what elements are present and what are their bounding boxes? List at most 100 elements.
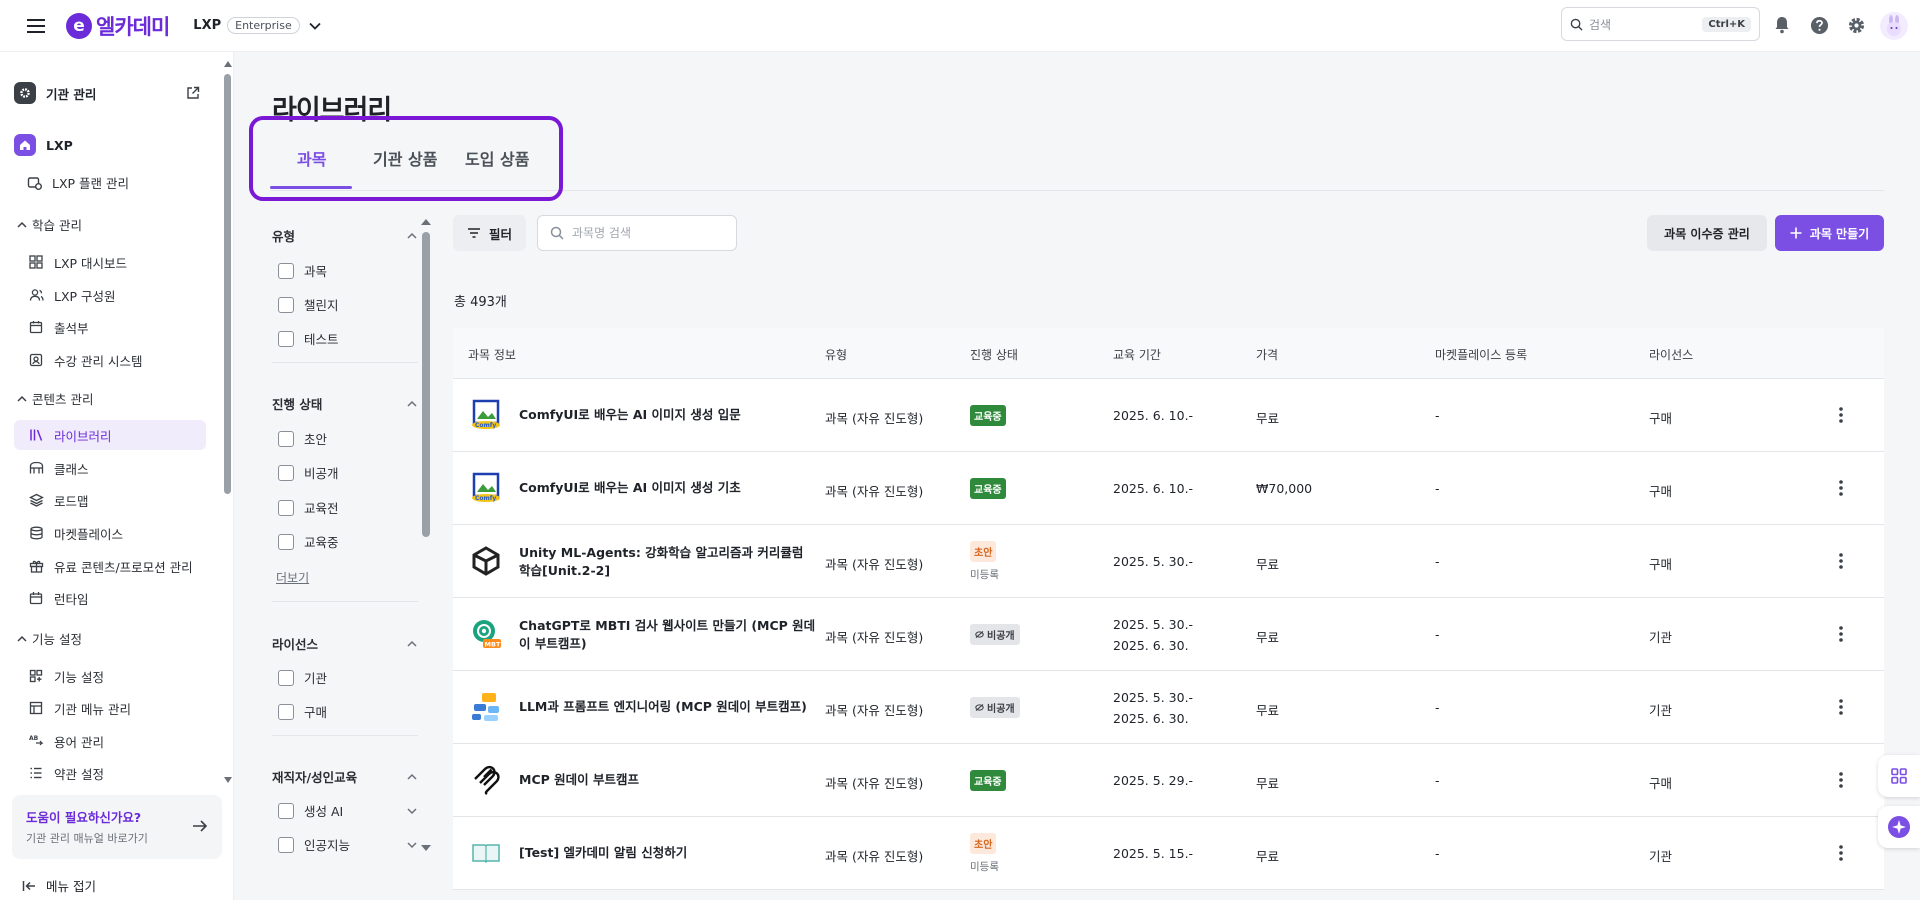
svg-text:Comfy: Comfy xyxy=(475,422,496,429)
filter-option[interactable]: 생성 AI xyxy=(278,801,343,820)
chevron-down-icon[interactable] xyxy=(406,805,418,817)
filter-option[interactable]: 교육전 xyxy=(278,498,339,517)
more-options-icon[interactable] xyxy=(1831,478,1851,498)
checkbox[interactable] xyxy=(278,430,294,447)
more-options-icon[interactable] xyxy=(1831,843,1851,863)
table-row[interactable]: MCP 원데이 부트캠프 과목 (자유 진도형) 교육중 2025. 5. 29… xyxy=(453,744,1884,817)
filter-option[interactable]: 기관 xyxy=(278,668,327,687)
scroll-down-icon xyxy=(421,845,431,851)
global-search-input[interactable]: 검색 Ctrl+K xyxy=(1561,7,1760,41)
sidebar-section-feature[interactable]: 기능 설정 xyxy=(16,629,82,648)
checkbox[interactable] xyxy=(278,330,294,347)
course-search-input[interactable] xyxy=(572,226,712,240)
more-options-icon[interactable] xyxy=(1831,405,1851,425)
course-name[interactable]: ComfyUI로 배우는 AI 이미지 생성 기초 xyxy=(519,479,819,497)
chevron-up-icon[interactable] xyxy=(406,771,418,783)
filter-scrollbar[interactable] xyxy=(421,214,431,854)
course-name[interactable]: ChatGPT로 MBTI 검사 웹사이트 만들기 (MCP 원데이 부트캠프) xyxy=(519,617,819,653)
more-options-icon[interactable] xyxy=(1831,624,1851,644)
show-more-link[interactable]: 더보기 xyxy=(276,569,309,586)
sidebar-item-lxp-plan[interactable]: LXP 플랜 관리 xyxy=(12,167,204,197)
checkbox[interactable] xyxy=(278,836,294,853)
more-options-icon[interactable] xyxy=(1831,551,1851,571)
sidebar-item-feature-settings[interactable]: 기능 설정 xyxy=(14,661,206,691)
chevron-up-icon[interactable] xyxy=(406,638,418,650)
course-name[interactable]: ComfyUI로 배우는 AI 이미지 생성 입문 xyxy=(519,406,819,424)
chevron-up-icon[interactable] xyxy=(406,398,418,410)
course-search-box[interactable] xyxy=(537,215,737,251)
filter-option[interactable]: 구매 xyxy=(278,702,327,721)
sidebar-item-roadmap[interactable]: 로드맵 xyxy=(14,485,206,515)
sidebar-item-enrollment[interactable]: 수강 관리 시스템 xyxy=(14,345,206,375)
filter-option[interactable]: 비공개 xyxy=(278,463,339,482)
menu-icon[interactable] xyxy=(18,8,54,44)
external-link-icon[interactable] xyxy=(186,86,200,100)
more-options-icon[interactable] xyxy=(1831,770,1851,790)
sidebar-item-attendance[interactable]: 출석부 xyxy=(14,312,206,342)
checkbox[interactable] xyxy=(278,703,294,720)
filter-option[interactable]: 인공지능 xyxy=(278,835,350,854)
course-type: 과목 (자유 진도형) xyxy=(825,484,924,499)
sidebar-item-lxp-dashboard[interactable]: LXP 대시보드 xyxy=(14,247,206,277)
sidebar-item-paid-content[interactable]: 유료 콘텐츠/프로모션 관리 xyxy=(14,551,206,581)
filter-option[interactable]: 초안 xyxy=(278,429,327,448)
checkbox[interactable] xyxy=(278,533,294,550)
checkbox[interactable] xyxy=(278,464,294,481)
status-badge-label: 초안 xyxy=(970,833,997,854)
sidebar-org-admin[interactable]: 기관 관리 xyxy=(14,82,96,104)
chevron-down-icon[interactable] xyxy=(406,839,418,851)
filter-option[interactable]: 챌린지 xyxy=(278,295,339,314)
collapse-menu-button[interactable]: 메뉴 접기 xyxy=(22,876,96,895)
sidebar-scroll-thumb[interactable] xyxy=(224,74,231,494)
table-row[interactable]: Comfy ComfyUI로 배우는 AI 이미지 생성 입문 과목 (자유 진… xyxy=(453,379,1884,452)
table-row[interactable]: LLM과 프롬프트 엔지니어링 (MCP 원데이 부트캠프) 과목 (자유 진도… xyxy=(453,671,1884,744)
table-row[interactable]: [Test] 엘카데미 알림 신청하기 과목 (자유 진도형) 초안 미등록 2… xyxy=(453,817,1884,890)
table-row[interactable]: MBTI ChatGPT로 MBTI 검사 웹사이트 만들기 (MCP 원데이 … xyxy=(453,598,1884,671)
sidebar-lxp[interactable]: LXP xyxy=(14,134,73,156)
sidebar-item-org-menu[interactable]: 기관 메뉴 관리 xyxy=(14,693,206,723)
chevron-down-icon[interactable] xyxy=(308,19,322,33)
filter-button[interactable]: 필터 xyxy=(453,215,526,251)
more-options-icon[interactable] xyxy=(1831,697,1851,717)
course-name[interactable]: Unity ML-Agents: 강화학습 알고리즘과 커리큘럼 학습[Unit… xyxy=(519,544,819,580)
chevron-up-icon[interactable] xyxy=(406,230,418,242)
column-header: 유형 xyxy=(825,348,848,362)
sidebar-item-runtime[interactable]: 런타임 xyxy=(14,583,206,613)
checkbox[interactable] xyxy=(278,499,294,516)
apps-grid-button[interactable] xyxy=(1878,755,1920,797)
sidebar-item-library[interactable]: 라이브러리 xyxy=(14,420,206,450)
sidebar-section-content[interactable]: 콘텐츠 관리 xyxy=(16,389,93,408)
avatar[interactable] xyxy=(1880,12,1908,40)
bell-icon[interactable] xyxy=(1771,14,1793,36)
sidebar-scrollbar[interactable] xyxy=(224,60,232,790)
ai-assistant-button[interactable] xyxy=(1878,806,1920,848)
help-icon[interactable] xyxy=(1808,14,1830,36)
sidebar-item-marketplace[interactable]: 마켓플레이스 xyxy=(14,518,206,548)
table-row[interactable]: Comfy ComfyUI로 배우는 AI 이미지 생성 기초 과목 (자유 진… xyxy=(453,452,1884,525)
course-name[interactable]: LLM과 프롬프트 엔지니어링 (MCP 원데이 부트캠프) xyxy=(519,698,819,716)
filter-option[interactable]: 테스트 xyxy=(278,329,339,348)
filter-scroll-thumb[interactable] xyxy=(422,232,430,537)
sidebar-item-policy[interactable]: 약관 설정 xyxy=(14,758,206,788)
filter-option[interactable]: 교육중 xyxy=(278,532,339,551)
checkbox[interactable] xyxy=(278,262,294,279)
svg-text:AB: AB xyxy=(29,735,39,742)
logo[interactable]: e 엘카데미 xyxy=(66,11,170,41)
sidebar-item-terms[interactable]: AB 용어 관리 xyxy=(14,726,206,756)
checkbox[interactable] xyxy=(278,802,294,819)
completion-certificate-button[interactable]: 과목 이수증 관리 xyxy=(1647,215,1767,251)
sidebar-item-lxp-members[interactable]: LXP 구성원 xyxy=(14,280,206,310)
checkbox[interactable] xyxy=(278,296,294,313)
gear-icon[interactable] xyxy=(1845,14,1867,36)
sidebar-item-class[interactable]: 클래스 xyxy=(14,453,206,483)
course-name[interactable]: MCP 원데이 부트캠프 xyxy=(519,771,819,789)
course-name[interactable]: [Test] 엘카데미 알림 신청하기 xyxy=(519,844,819,862)
table-row[interactable]: Unity ML-Agents: 강화학습 알고리즘과 커리큘럼 학습[Unit… xyxy=(453,525,1884,598)
create-course-button[interactable]: 과목 만들기 xyxy=(1775,215,1884,251)
terms-icon: AB xyxy=(26,731,46,751)
filter-option[interactable]: 과목 xyxy=(278,261,327,280)
help-card[interactable]: 도움이 필요하신가요? 기관 관리 매뉴얼 바로가기 xyxy=(12,795,222,859)
sidebar-item-label: 런타임 xyxy=(54,591,89,607)
checkbox[interactable] xyxy=(278,669,294,686)
sidebar-section-learning[interactable]: 학습 관리 xyxy=(16,215,82,234)
